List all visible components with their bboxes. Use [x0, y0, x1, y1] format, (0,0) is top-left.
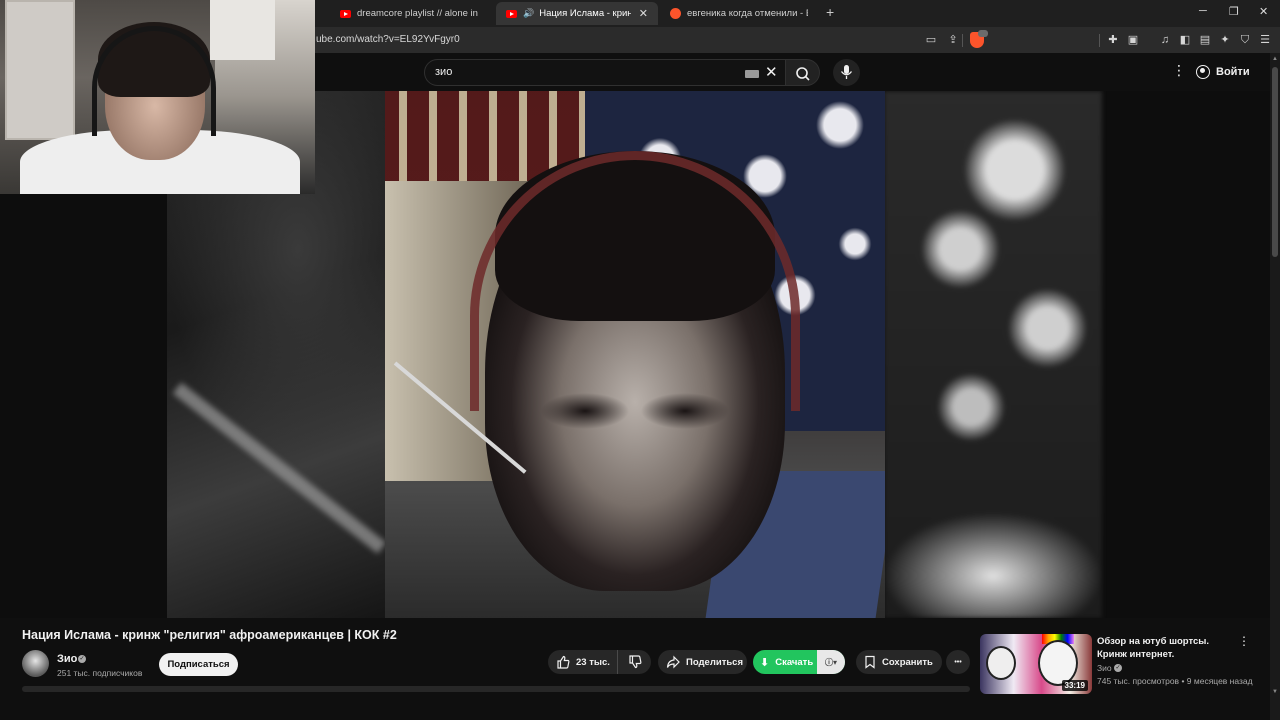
share-button[interactable]: Поделиться	[658, 650, 747, 674]
youtube-icon	[340, 9, 351, 18]
restore-button[interactable]: ❐	[1229, 5, 1239, 18]
scroll-up-icon[interactable]: ▲	[1272, 56, 1278, 62]
subscriber-count: 251 тыс. подписчиков	[57, 668, 143, 678]
scrollbar-thumb[interactable]	[1272, 67, 1278, 257]
tab-search-icon[interactable]: ▣	[1126, 33, 1140, 47]
menu-icon[interactable]: ☰	[1258, 33, 1272, 47]
channel-name[interactable]: Зио	[57, 653, 77, 665]
verified-icon: ✓	[78, 655, 86, 663]
download-options-button[interactable]: ⓘ▾	[817, 650, 845, 674]
close-window-button[interactable]: ✕	[1259, 5, 1268, 18]
video-info-section: Нация Ислама - кринж "религия" афроамери…	[0, 618, 1270, 720]
microphone-icon	[840, 65, 853, 79]
settings-menu-button[interactable]: ⋮	[1172, 63, 1186, 77]
upload-age: 9 месяцев назад	[1186, 676, 1253, 686]
download-button[interactable]: ⬇ Скачать	[753, 650, 817, 674]
bookmark-icon	[865, 655, 875, 669]
tab-active-video[interactable]: 🔊 Нация Ислама - кринж "рел ✕	[496, 2, 658, 25]
subscribe-button[interactable]: Подписаться	[159, 653, 238, 676]
address-bar[interactable]: ube.com/watch?v=EL92YvFgyr0	[316, 34, 460, 45]
dislike-button[interactable]	[618, 655, 651, 669]
recommendation-menu-button[interactable]: ⋮	[1238, 634, 1250, 648]
info-icon: ⓘ▾	[824, 657, 837, 667]
clear-search-icon[interactable]: ✕	[765, 63, 778, 81]
page-scrollbar[interactable]: ▲ ▼	[1270, 53, 1280, 720]
tab-brave-search[interactable]: евгеника когда отменили - Brave Se	[660, 2, 818, 25]
description-box[interactable]	[22, 686, 970, 692]
more-actions-button[interactable]: •••	[946, 650, 970, 674]
scroll-down-icon[interactable]: ▼	[1272, 689, 1278, 695]
save-label: Сохранить	[882, 656, 933, 668]
sign-in-label: Войти	[1216, 66, 1250, 78]
webcam-overlay	[0, 0, 315, 194]
youtube-icon	[506, 9, 517, 18]
wallet-icon[interactable]: ▤	[1198, 33, 1212, 47]
recommendation-thumbnail[interactable]: 33:19	[980, 634, 1092, 694]
download-label: Скачать	[775, 656, 814, 668]
music-icon[interactable]: ♫	[1158, 33, 1172, 47]
tab-title: евгеника когда отменили - Brave Se	[687, 8, 808, 19]
brave-icon	[670, 8, 681, 19]
search-box[interactable]: ✕	[424, 59, 786, 86]
minimize-button[interactable]: ─	[1199, 5, 1207, 17]
like-button[interactable]: 23 тыс.	[548, 650, 618, 674]
download-icon: ⬇	[760, 656, 770, 669]
toolbar-divider	[962, 34, 963, 47]
like-count: 23 тыс.	[576, 656, 610, 668]
view-count: 745 тыс. просмотров	[1097, 676, 1180, 686]
video-frame	[385, 91, 885, 618]
recommendation-meta: 745 тыс. просмотров • 9 месяцев назад	[1097, 676, 1253, 686]
keyboard-icon[interactable]	[745, 70, 759, 78]
account-icon	[1196, 65, 1210, 79]
vpn-icon[interactable]: ⛉	[1238, 33, 1252, 47]
tab-title: dreamcore playlist // alone in such a	[357, 8, 480, 19]
shields-badge-icon	[978, 30, 988, 37]
extensions-icon[interactable]: ✚	[1106, 33, 1120, 47]
video-duration: 33:19	[1061, 680, 1088, 691]
verified-icon: ✓	[1114, 664, 1122, 672]
thumbs-down-icon	[628, 655, 641, 669]
download-group: ⬇ Скачать ⓘ▾	[753, 650, 845, 674]
sidebar-icon[interactable]: ◧	[1178, 33, 1192, 47]
recommendation-title[interactable]: Обзор на ютуб шортсы. Кринж интернет.	[1097, 635, 1237, 661]
tab-dreamcore[interactable]: dreamcore playlist // alone in such a	[330, 2, 490, 25]
sign-in-button[interactable]: Войти	[1196, 61, 1250, 83]
recommendation-channel[interactable]: Зио	[1097, 663, 1112, 673]
save-button[interactable]: Сохранить	[856, 650, 942, 674]
tab-title: Нация Ислама - кринж "рел	[539, 8, 631, 19]
share-label: Поделиться	[686, 656, 744, 668]
like-dislike-group: 23 тыс.	[548, 650, 651, 674]
tab-close-icon[interactable]: ✕	[639, 7, 648, 20]
cast-icon[interactable]: ▭	[924, 33, 938, 47]
toolbar-divider	[1099, 34, 1100, 47]
share-icon	[666, 655, 680, 669]
video-blur-right	[884, 91, 1102, 618]
video-title: Нация Ислама - кринж "религия" афроамери…	[22, 628, 397, 642]
search-input[interactable]	[435, 66, 735, 78]
leo-ai-icon[interactable]: ✦	[1218, 33, 1232, 47]
speaker-icon: 🔊	[523, 8, 535, 18]
new-tab-button[interactable]: +	[826, 4, 834, 20]
share-page-icon[interactable]: ⇪	[946, 33, 960, 47]
search-button[interactable]	[786, 59, 820, 86]
thumbs-up-icon	[557, 655, 570, 669]
search-icon	[796, 67, 810, 81]
channel-avatar[interactable]	[22, 650, 49, 677]
voice-search-button[interactable]	[833, 59, 860, 86]
